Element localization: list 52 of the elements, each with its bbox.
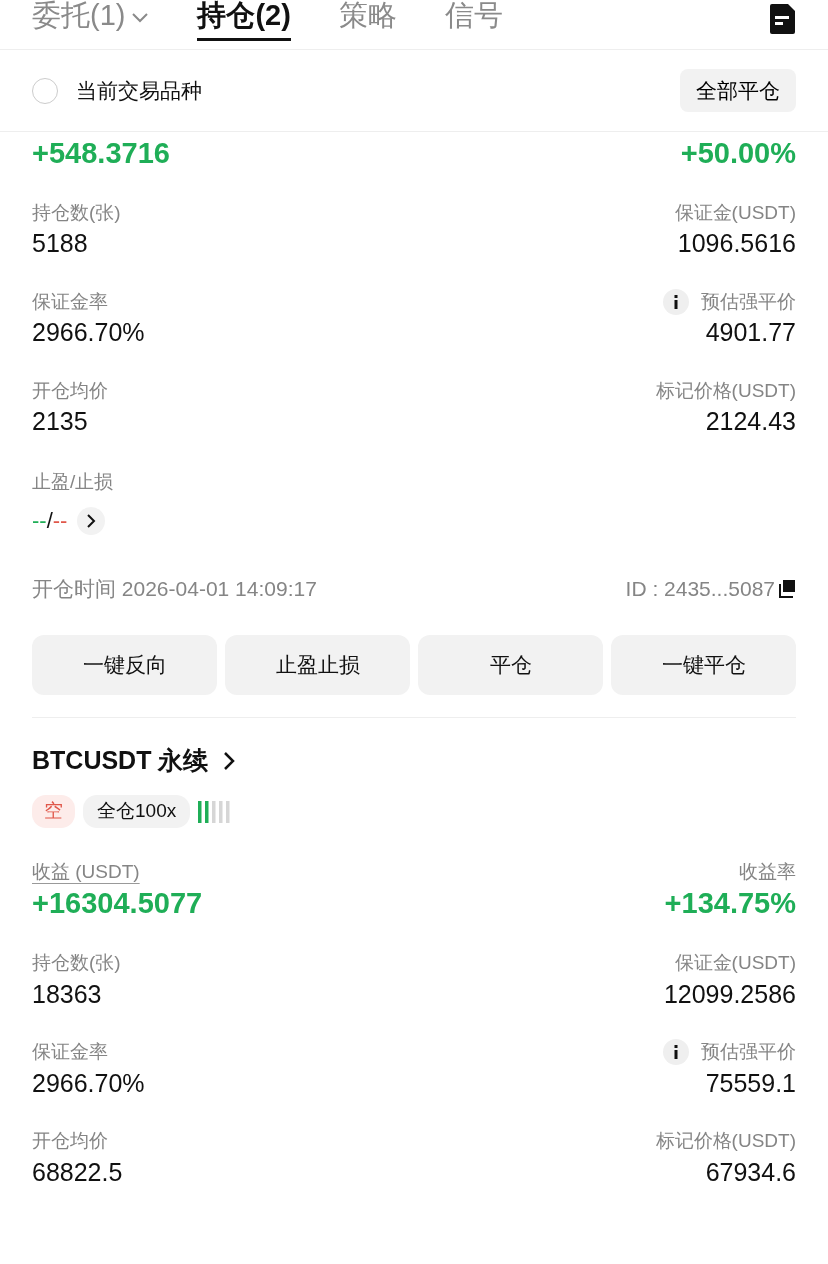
- action-button[interactable]: 一键反向: [32, 634, 217, 695]
- field-value: 2966.70%: [32, 317, 145, 349]
- field-label: 保证金率: [32, 1040, 109, 1065]
- field-value: 4901.77: [704, 317, 796, 349]
- field-label: 预估强平价: [701, 1040, 796, 1065]
- field-label: 止盈/止损: [32, 469, 115, 494]
- close-all-button[interactable]: 全部平仓: [680, 68, 796, 113]
- side-tag: 空: [32, 795, 75, 828]
- roe-value: +50.00%: [680, 136, 796, 171]
- field-value: 2135: [32, 406, 89, 438]
- field-value: 67934.6: [704, 1156, 796, 1188]
- document-icon[interactable]: [769, 4, 796, 34]
- copy-icon[interactable]: [779, 580, 796, 599]
- info-icon[interactable]: [663, 289, 689, 316]
- field-label: 开仓均价: [32, 1129, 109, 1154]
- field-value: 18363: [32, 978, 103, 1010]
- filter-label: 当前交易品种: [76, 77, 202, 104]
- field-value: 12099.2586: [663, 978, 796, 1010]
- action-button[interactable]: 平仓: [418, 634, 603, 695]
- position-id-text: ID : 2435...5087: [625, 576, 775, 603]
- pnl-value: +16304.5077: [32, 886, 203, 922]
- tab[interactable]: 持仓(2): [197, 0, 291, 41]
- field-label: 保证金率: [32, 289, 109, 314]
- pnl-value: +548.3716: [32, 136, 170, 171]
- field-value: 2124.43: [704, 406, 796, 438]
- field-label: 预估强平价: [701, 289, 796, 314]
- info-icon[interactable]: [663, 1039, 689, 1066]
- pnl-label[interactable]: 收益 (USDT): [32, 857, 140, 887]
- open-time-text: 开仓时间 2026-04-01 14:09:17: [32, 576, 317, 603]
- take-profit-value: --: [32, 507, 47, 536]
- chevron-right-icon[interactable]: [222, 750, 237, 771]
- field-label: 标记价格(USDT): [655, 378, 796, 403]
- chevron-right-icon[interactable]: [77, 506, 106, 535]
- stop-loss-value: --: [52, 507, 68, 536]
- action-button[interactable]: 一键平仓: [611, 634, 796, 695]
- field-label: 标记价格(USDT): [655, 1129, 796, 1154]
- symbol-title[interactable]: BTCUSDT 永续: [32, 741, 209, 780]
- action-button[interactable]: 止盈止损: [225, 634, 410, 695]
- field-label: 持仓数(张): [32, 951, 121, 976]
- field-label: 保证金(USDT): [674, 200, 796, 225]
- field-label: 开仓均价: [32, 378, 108, 403]
- field-label: 保证金(USDT): [674, 951, 796, 976]
- roe-label: 收益率: [739, 859, 796, 884]
- field-value: 5188: [32, 228, 89, 260]
- margin-mode-tag: 全仓100x: [83, 795, 191, 828]
- field-value: 68822.5: [32, 1156, 123, 1188]
- field-label: 持仓数(张): [32, 200, 121, 225]
- roe-value: +134.75%: [664, 886, 796, 922]
- separator-text: /: [46, 507, 53, 536]
- field-value: 2966.70%: [32, 1067, 145, 1099]
- field-value: 1096.5616: [676, 228, 796, 260]
- field-value: 75559.1: [704, 1067, 796, 1099]
